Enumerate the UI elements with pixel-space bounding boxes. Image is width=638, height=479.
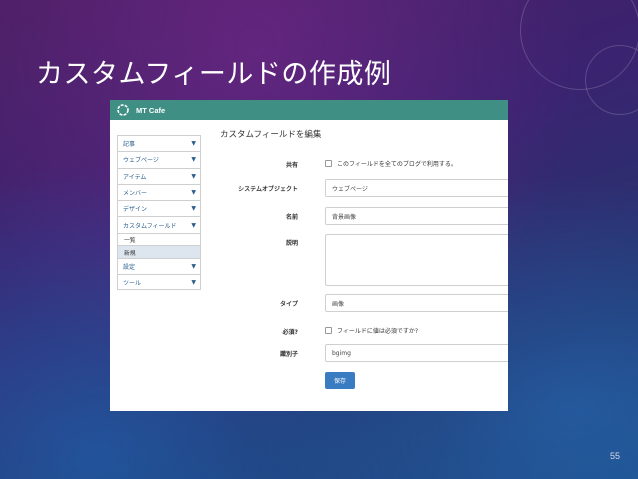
identifier-input[interactable]: bgimg: [325, 344, 508, 362]
required-checkbox-wrap[interactable]: フィールドに値は必須ですか?: [325, 326, 418, 335]
page-number: 55: [609, 451, 620, 461]
shared-checkbox-label: このフィールドを全てのブログで利用する。: [337, 161, 457, 168]
sidebar-item-design[interactable]: デザイン ▼: [117, 200, 201, 217]
description-row: 説明: [220, 234, 508, 286]
identifier-label: 識別子: [279, 351, 298, 358]
type-select[interactable]: 画像: [325, 294, 508, 312]
shared-row: 共有 このフィールドを全てのブログで利用する。: [220, 158, 508, 170]
type-label: タイプ: [279, 301, 298, 308]
sidebar-item-custom-fields[interactable]: カスタムフィールド ▼: [117, 216, 201, 233]
required-label: 必須?: [282, 329, 298, 336]
sidebar-item-label: デザイン: [123, 206, 148, 214]
type-row: タイプ 画像: [220, 294, 508, 312]
mt-logo-icon: [117, 104, 129, 116]
sidebar-item-webpages[interactable]: ウェブページ ▼: [117, 151, 201, 168]
name-input[interactable]: 背景画像: [325, 207, 508, 225]
sidebar-item-items[interactable]: アイテム ▼: [117, 167, 201, 184]
sidebar-subitem-label: 一覧: [124, 238, 136, 245]
sidebar: 記事 ▼ ウェブページ ▼ アイテム ▼ メンバー ▼ デザイン ▼ カスタムフ…: [117, 135, 201, 291]
shared-label: 共有: [285, 162, 298, 169]
chevron-down-icon: ▼: [191, 278, 196, 286]
sidebar-item-settings[interactable]: 設定 ▼: [117, 257, 201, 275]
type-select-value: 画像: [332, 300, 345, 308]
edit-form: カスタムフィールドを編集 共有 このフィールドを全てのブログで利用する。 システ…: [220, 128, 508, 389]
chevron-down-icon: ▼: [191, 262, 196, 270]
page-title: カスタムフィールドを編集: [220, 130, 322, 140]
app-brand[interactable]: MT Cafe: [136, 106, 165, 115]
sidebar-item-entries[interactable]: 記事 ▼: [117, 135, 201, 152]
chevron-down-icon: ▼: [191, 172, 196, 180]
object-select-value: ウェブページ: [332, 185, 368, 193]
sidebar-subitem-new[interactable]: 新規: [117, 245, 201, 258]
save-button[interactable]: 保存: [325, 372, 355, 389]
shared-checkbox-wrap[interactable]: このフィールドを全てのブログで利用する。: [325, 159, 457, 168]
name-input-value: 背景画像: [332, 213, 357, 221]
chevron-down-icon: ▼: [191, 205, 196, 213]
object-select[interactable]: ウェブページ: [325, 179, 508, 197]
app-screenshot: MT Cafe 記事 ▼ ウェブページ ▼ アイテム ▼ メンバー ▼ デザイン…: [110, 100, 508, 411]
required-checkbox[interactable]: [325, 327, 332, 334]
sidebar-item-tools[interactable]: ツール ▼: [117, 274, 201, 291]
chevron-down-icon: ▼: [191, 189, 196, 197]
description-textarea[interactable]: [325, 234, 508, 286]
sidebar-subitem-label: 新規: [124, 250, 136, 257]
name-row: 名前 背景画像: [220, 207, 508, 225]
name-label: 名前: [285, 214, 298, 221]
object-row: システムオブジェクト ウェブページ: [220, 179, 508, 197]
required-checkbox-label: フィールドに値は必須ですか?: [337, 328, 419, 335]
app-topbar: MT Cafe: [110, 100, 508, 120]
sidebar-item-label: メンバー: [123, 190, 148, 198]
shared-checkbox[interactable]: [325, 160, 332, 167]
sidebar-item-label: アイテム: [123, 173, 147, 181]
sidebar-subitem-list[interactable]: 一覧: [117, 232, 201, 246]
sidebar-item-members[interactable]: メンバー ▼: [117, 183, 201, 201]
sidebar-item-label: 設定: [123, 263, 136, 271]
sidebar-item-label: ツール: [123, 279, 142, 287]
chevron-down-icon: ▼: [191, 156, 196, 164]
chevron-down-icon: ▼: [191, 140, 196, 148]
sidebar-item-label: ウェブページ: [123, 157, 159, 165]
identifier-input-value: bgimg: [332, 349, 351, 357]
chevron-down-icon: ▼: [191, 221, 196, 229]
required-row: 必須? フィールドに値は必須ですか?: [220, 325, 508, 337]
identifier-row: 識別子 bgimg: [220, 344, 508, 362]
sidebar-item-label: 記事: [123, 141, 136, 149]
description-label: 説明: [285, 240, 298, 247]
slide-title: カスタムフィールドの作成例: [36, 59, 392, 90]
object-label: システムオブジェクト: [238, 186, 298, 193]
sidebar-item-label: カスタムフィールド: [123, 222, 177, 230]
